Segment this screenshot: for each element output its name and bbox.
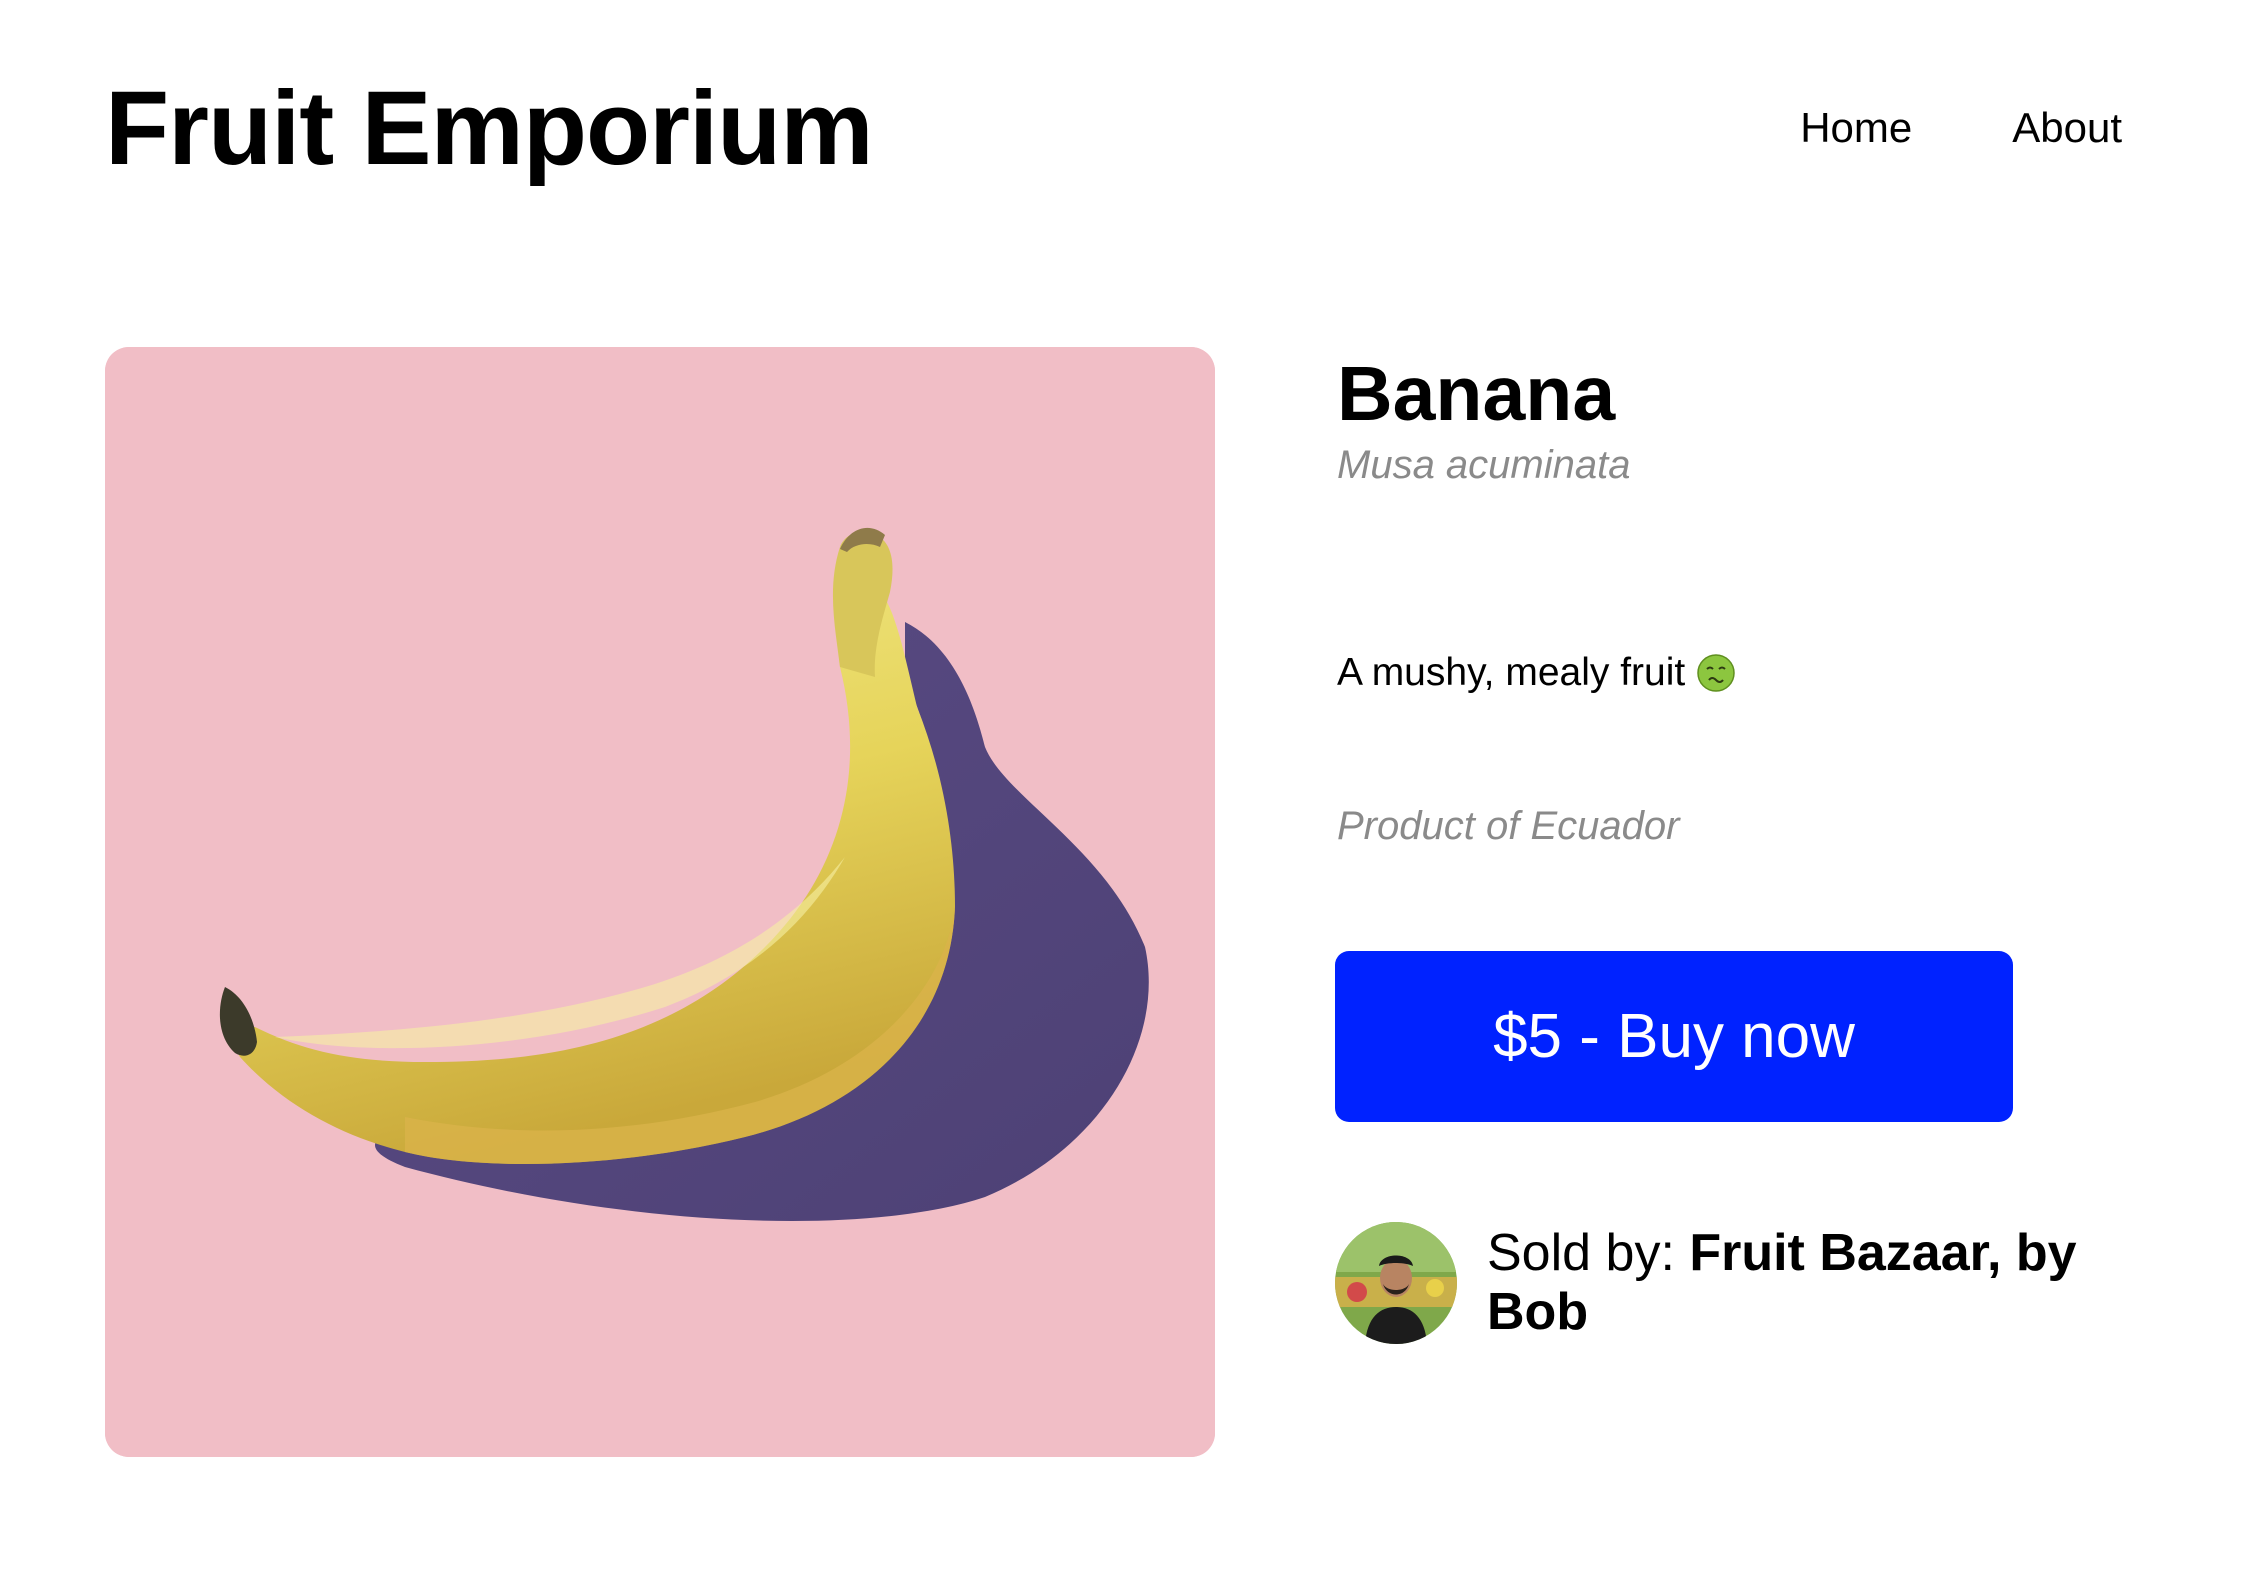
seller-prefix: Sold by: bbox=[1487, 1224, 1690, 1282]
seller-info: Sold by: Fruit Bazaar, by Bob bbox=[1335, 1220, 2155, 1344]
seller-text: Sold by: Fruit Bazaar, by Bob bbox=[1487, 1224, 2127, 1343]
nav-link-home[interactable]: Home bbox=[1800, 103, 1912, 153]
product-origin: Product of Ecuador bbox=[1337, 804, 1680, 848]
product-info: Banana Musa acuminata A mushy, mealy fru… bbox=[1335, 351, 2137, 1344]
nav-link-about[interactable]: About bbox=[2012, 103, 2122, 153]
nauseated-face-emoji-icon bbox=[1697, 654, 1735, 693]
product-description-text: A mushy, mealy fruit bbox=[1337, 651, 1686, 694]
seller-avatar[interactable] bbox=[1335, 1222, 1457, 1344]
product-description: A mushy, mealy fruit bbox=[1337, 650, 1735, 697]
banana-photo bbox=[105, 347, 1215, 1457]
product-latin-name: Musa acuminata bbox=[1337, 442, 1631, 487]
main-nav: Home About bbox=[1800, 103, 2122, 153]
buy-now-button[interactable]: $5 - Buy now bbox=[1335, 951, 2013, 1122]
product-name: Banana bbox=[1337, 351, 1616, 437]
site-title: Fruit Emporium bbox=[105, 70, 874, 187]
product-image bbox=[105, 347, 1215, 1457]
